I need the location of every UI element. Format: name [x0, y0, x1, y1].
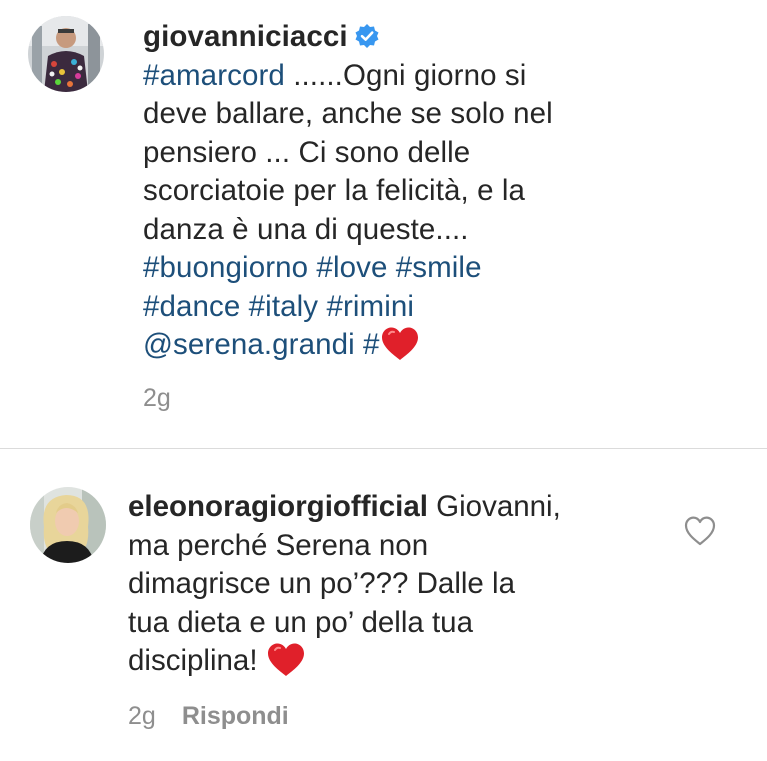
- like-comment-button[interactable]: [683, 515, 717, 547]
- caption-line-4: scorciatoie per la felicità, e la: [143, 174, 526, 207]
- post-caption: giovanniciacci #amarcord ......Ogni gior…: [0, 0, 767, 448]
- caption-text: giovanniciacci #amarcord ......Ogni gior…: [143, 18, 733, 365]
- caption-hashtags-2[interactable]: #dance #italy #rimini: [143, 288, 733, 327]
- red-heart-emoji-icon: [380, 326, 420, 362]
- hashtag-link[interactable]: #amarcord: [143, 59, 285, 92]
- caption-line-2: deve ballare, anche se solo nel: [143, 97, 553, 130]
- comment-line-3: dimagrisce un po’??? Dalle la: [128, 567, 516, 600]
- comment-meta: 2g Rispondi: [128, 702, 289, 731]
- caption-line-1: ......Ogni giorno si: [284, 58, 527, 92]
- mention-link[interactable]: @serena.grandi: [143, 328, 355, 361]
- comment-text: eleonoragiorgiofficial Giovanni, ma perc…: [128, 488, 648, 681]
- avatar-image: [28, 16, 104, 92]
- comment-line-2: ma perché Serena non: [128, 528, 429, 562]
- commenter-avatar[interactable]: [30, 487, 106, 563]
- comment-line-1: Giovanni,: [427, 490, 561, 523]
- red-heart-emoji-icon: [266, 642, 306, 678]
- comment-line-5: disciplina!: [128, 644, 266, 677]
- comment-timestamp: 2g: [128, 702, 156, 730]
- reply-button[interactable]: Rispondi: [182, 702, 289, 730]
- hashtag-link[interactable]: #: [355, 328, 380, 361]
- caption-line-5: danza è una di queste....: [143, 212, 469, 246]
- caption-hashtags-1[interactable]: #buongiorno #love #smile: [143, 249, 733, 288]
- commenter-username[interactable]: eleonoragiorgiofficial: [128, 490, 428, 523]
- caption-line-3: pensiero ... Ci sono delle: [143, 135, 471, 169]
- heart-outline-icon: [684, 516, 716, 546]
- divider: [0, 448, 767, 449]
- caption-author-avatar[interactable]: [28, 16, 104, 92]
- caption-timestamp: 2g: [143, 384, 171, 412]
- comment-line-4: tua dieta e un po’ della tua: [128, 605, 473, 639]
- verified-badge-icon: [354, 21, 380, 48]
- avatar-image: [30, 487, 106, 563]
- caption-username[interactable]: giovanniciacci: [143, 20, 348, 53]
